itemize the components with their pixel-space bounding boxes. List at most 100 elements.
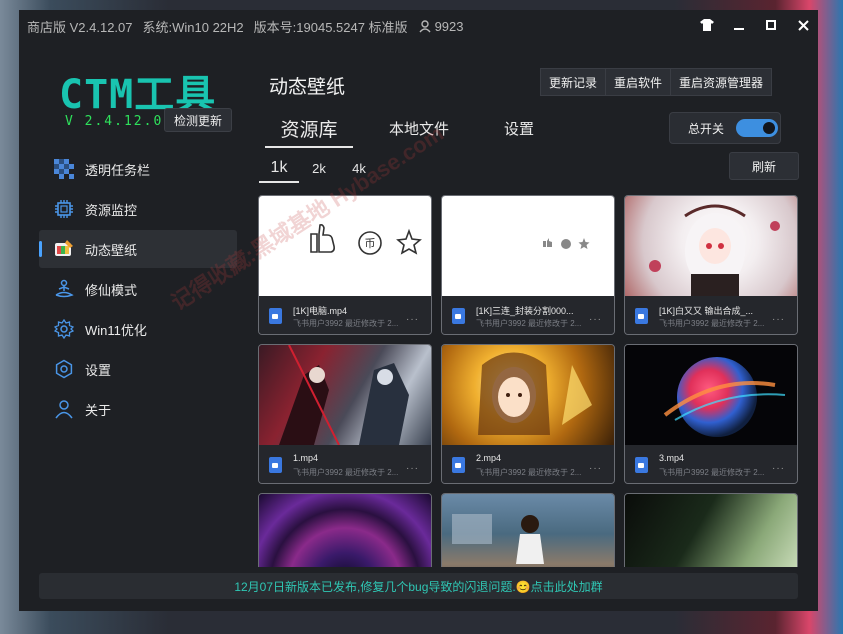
checker-icon — [53, 158, 75, 180]
settings-icon — [53, 358, 75, 380]
minimize-button[interactable] — [730, 16, 748, 34]
user-count: 9923 — [418, 19, 463, 34]
sidebar-item-cultivation-mode[interactable]: 修仙模式 — [39, 270, 237, 308]
wallpaper-thumbnail — [625, 494, 797, 567]
app-version: V 2.4.12.07 — [65, 114, 174, 129]
wallpaper-card[interactable]: 2.mp4 飞书用户3992 最近修改于 2... ··· — [441, 344, 615, 484]
tab-1k[interactable]: 1k — [259, 155, 299, 183]
wallpaper-card[interactable] — [258, 493, 432, 567]
sidebar-item-label: Win11优化 — [85, 322, 147, 338]
header-actions: 更新记录 重启软件 重启资源管理器 — [540, 68, 773, 96]
wallpaper-subtitle: 飞书用户3992 最近修改于 2... — [659, 468, 765, 477]
resolution-tabs: 1k 2k 4k — [259, 155, 379, 183]
tab-resource-library[interactable]: 资源库 — [259, 110, 359, 148]
maximize-icon — [766, 20, 776, 30]
more-options-icon[interactable]: ··· — [406, 314, 419, 325]
tab-4k[interactable]: 4k — [339, 155, 379, 181]
coin-icon — [561, 239, 571, 249]
chip-icon — [53, 198, 75, 220]
wallpaper-thumbnail — [625, 196, 797, 296]
app-version-label: 商店版 V2.4.12.07 — [27, 19, 133, 35]
sidebar-item-label: 设置 — [85, 362, 112, 378]
maximize-button[interactable] — [762, 16, 780, 34]
star-icon — [396, 228, 422, 255]
wallpaper-thumbnail: 币 — [259, 196, 431, 296]
master-switch[interactable] — [736, 119, 779, 137]
close-icon — [797, 19, 809, 31]
wallpaper-meta: [1K]电脑.mp4 飞书用户3992 最近修改于 2... ··· — [259, 296, 431, 334]
sidebar-item-label: 动态壁纸 — [85, 242, 138, 258]
skin-button[interactable] — [698, 16, 716, 34]
video-file-icon — [635, 457, 648, 473]
tab-settings[interactable]: 设置 — [479, 110, 559, 146]
paint-icon — [53, 238, 75, 260]
close-button[interactable] — [794, 16, 812, 34]
wallpaper-subtitle: 飞书用户3992 最近修改于 2... — [293, 468, 399, 477]
wallpaper-name: 2.mp4 — [476, 453, 502, 463]
more-options-icon[interactable]: ··· — [589, 463, 602, 474]
tab-2k[interactable]: 2k — [299, 155, 339, 181]
build-label: 版本号:19045.5247 标准版 — [253, 19, 408, 35]
svg-text:币: 币 — [365, 237, 376, 250]
wallpaper-card[interactable]: [1K]三连_封装分割000... 飞书用户3992 最近修改于 2... ··… — [441, 195, 615, 335]
restart-app-button[interactable]: 重启软件 — [606, 68, 672, 96]
meditation-icon — [53, 278, 75, 300]
video-file-icon — [635, 308, 648, 324]
announcement-banner[interactable]: 12月07日新版本已发布,修复几个bug导致的闪退问题.😊点击此处加群 — [39, 573, 798, 599]
sidebar-item-dynamic-wallpaper[interactable]: 动态壁纸 — [39, 230, 237, 268]
star-icon — [578, 238, 590, 249]
thumbs-up-icon — [310, 224, 335, 253]
gear-icon — [53, 318, 75, 340]
more-options-icon[interactable]: ··· — [772, 463, 785, 474]
page-title: 动态壁纸 — [269, 77, 346, 98]
sidebar-item-about[interactable]: 关于 — [39, 390, 237, 428]
wallpaper-card[interactable]: 币 [1K]电脑.mp4 飞书用户3992 最近修改于 2... ··· — [258, 195, 432, 335]
video-file-icon — [269, 308, 282, 324]
wallpaper-card[interactable] — [441, 493, 615, 567]
wallpaper-card[interactable]: 1.mp4 飞书用户3992 最近修改于 2... ··· — [258, 344, 432, 484]
more-options-icon[interactable]: ··· — [589, 314, 602, 325]
wallpaper-card[interactable]: [1K]白又又 输出合成_... 飞书用户3992 最近修改于 2... ··· — [624, 195, 798, 335]
wallpaper-subtitle: 飞书用户3992 最近修改于 2... — [293, 319, 399, 328]
sidebar-item-label: 关于 — [85, 402, 112, 418]
wallpaper-thumbnail — [259, 345, 431, 446]
wallpaper-card[interactable]: 3.mp4 飞书用户3992 最近修改于 2... ··· — [624, 344, 798, 484]
sidebar-item-transparent-taskbar[interactable]: 透明任务栏 — [39, 150, 237, 188]
more-options-icon[interactable]: ··· — [772, 314, 785, 325]
person-icon — [53, 398, 75, 420]
wallpaper-card[interactable] — [624, 493, 798, 567]
changelog-button[interactable]: 更新记录 — [540, 68, 607, 96]
wallpaper-name: 1.mp4 — [293, 453, 319, 463]
wallpaper-thumbnail — [259, 494, 431, 567]
sidebar: 透明任务栏 资源监控 动态壁纸 修仙模式 Win11优化 设置 关于 — [39, 150, 237, 430]
sidebar-item-settings[interactable]: 设置 — [39, 350, 237, 388]
wallpaper-name: 3.mp4 — [659, 453, 685, 463]
video-file-icon — [269, 457, 282, 473]
sidebar-item-win11-optimize[interactable]: Win11优化 — [39, 310, 237, 348]
wallpaper-thumbnail — [442, 345, 614, 445]
wallpaper-name: [1K]白又又 输出合成_... — [659, 306, 754, 316]
more-options-icon[interactable]: ··· — [406, 463, 419, 474]
title-bar: 商店版 V2.4.12.07 系统:Win10 22H2 版本号:19045.5… — [19, 10, 818, 42]
video-file-icon — [452, 457, 465, 473]
restart-explorer-button[interactable]: 重启资源管理器 — [671, 68, 773, 96]
tab-local-files[interactable]: 本地文件 — [359, 110, 479, 146]
system-label: 系统:Win10 22H2 — [142, 19, 244, 35]
wallpaper-meta: [1K]白又又 输出合成_... 飞书用户3992 最近修改于 2... ··· — [625, 296, 797, 334]
check-update-button[interactable]: 检测更新 — [164, 108, 232, 132]
wallpaper-meta: 2.mp4 飞书用户3992 最近修改于 2... ··· — [442, 445, 614, 483]
wallpaper-name: [1K]三连_封装分割000... — [476, 306, 574, 316]
wallpaper-thumbnail — [625, 345, 797, 445]
sidebar-item-label: 修仙模式 — [85, 282, 138, 298]
wallpaper-subtitle: 飞书用户3992 最近修改于 2... — [476, 468, 582, 477]
minimize-icon — [734, 28, 744, 30]
wallpaper-thumbnail — [442, 494, 614, 567]
shirt-icon — [700, 19, 714, 31]
user-icon — [419, 20, 431, 33]
refresh-button[interactable]: 刷新 — [729, 152, 799, 180]
video-file-icon — [452, 308, 465, 324]
wallpaper-meta: 1.mp4 飞书用户3992 最近修改于 2... ··· — [259, 445, 431, 483]
master-switch-label: 总开关 — [688, 121, 725, 136]
sidebar-item-resource-monitor[interactable]: 资源监控 — [39, 190, 237, 228]
window-controls — [698, 16, 812, 34]
